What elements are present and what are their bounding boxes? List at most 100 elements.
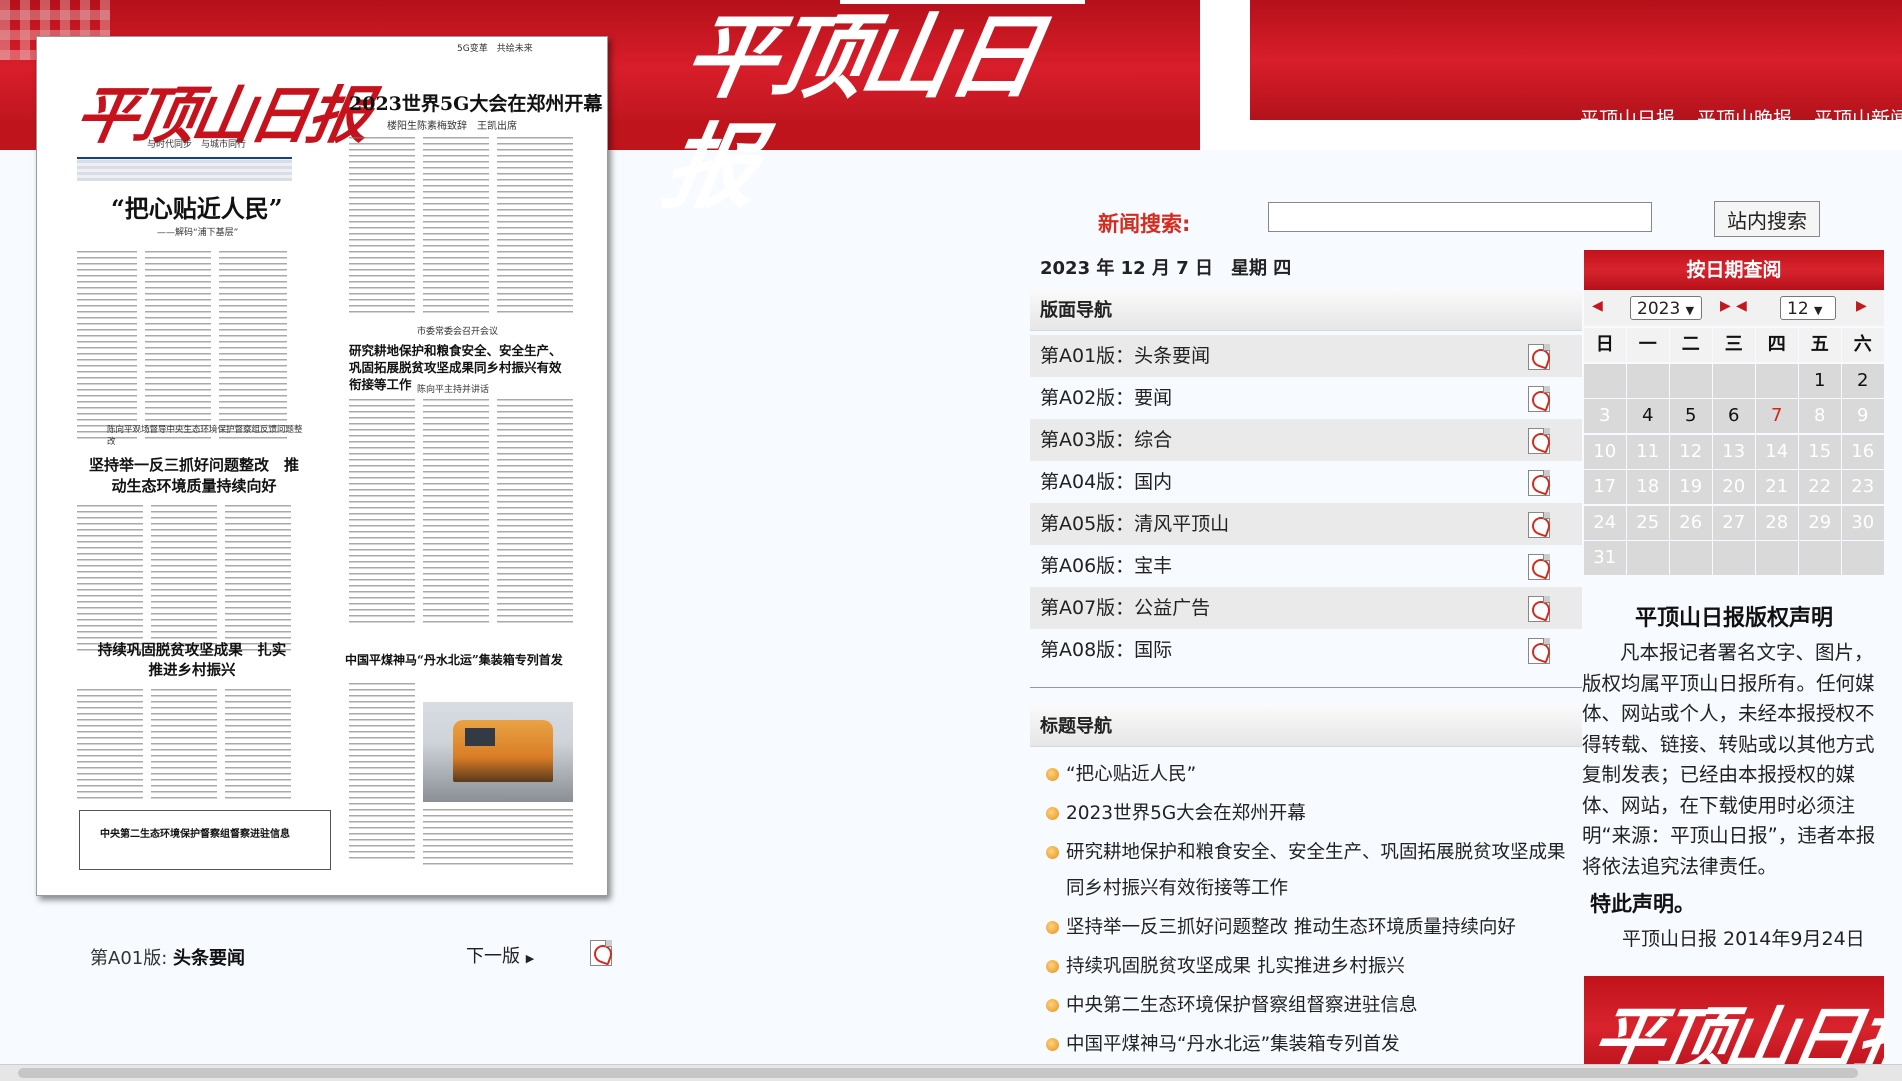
page-nav-item[interactable]: 第A07版：公益广告 — [1030, 587, 1582, 629]
page-nav-item[interactable]: 第A02版：要闻 — [1030, 377, 1582, 419]
pdf-icon[interactable] — [1528, 386, 1550, 412]
page-pdf-download[interactable] — [590, 940, 612, 970]
title-nav-item[interactable]: 2023世界5G大会在郑州开幕 — [1038, 796, 1582, 832]
title-nav-link[interactable]: “把心贴近人民” — [1066, 764, 1196, 785]
site-search-button[interactable]: 站内搜索 — [1714, 201, 1820, 237]
calendar-day[interactable]: 2 — [1842, 363, 1884, 398]
bullet-icon — [1046, 768, 1059, 781]
title-nav-item[interactable]: “把心贴近人民” — [1038, 757, 1582, 793]
title-nav-link[interactable]: 2023世界5G大会在郑州开幕 — [1066, 803, 1306, 824]
calendar-day: 24 — [1584, 505, 1626, 540]
page-nav-label[interactable]: 第A08版：国际 — [1040, 639, 1172, 661]
page-nav-label[interactable]: 第A05版：清风平顶山 — [1040, 513, 1229, 535]
page-nav-label[interactable]: 第A03版：综合 — [1040, 429, 1172, 451]
title-nav-item[interactable]: 中央第二生态环境保护督察组督察进驻信息 — [1038, 988, 1582, 1024]
next-month-icon[interactable]: ▶ — [1856, 298, 1867, 314]
next-page-link[interactable]: 下一版 ▶ — [466, 942, 534, 968]
page-nav-item[interactable]: 第A01版：头条要闻 — [1030, 335, 1582, 377]
calendar-weekday: 一 — [1627, 328, 1669, 362]
page-nav-item[interactable]: 第A08版：国际 — [1030, 629, 1582, 671]
headline-main[interactable]: 2023世界5G大会在郑州开幕 — [349, 89, 602, 116]
text-column — [145, 251, 211, 441]
title-nav-link[interactable]: 坚持举一反三抓好问题整改 推动生态环境质量持续向好 — [1066, 917, 1516, 938]
pdf-icon — [590, 940, 612, 966]
pdf-icon[interactable] — [1528, 638, 1550, 664]
title-nav: 标题导航 “把心贴近人民” 2023世界5G大会在郑州开幕 研究耕地保护和粮食安… — [1030, 706, 1582, 1066]
calendar-day-selected[interactable]: 7 — [1756, 399, 1798, 433]
title-nav-link[interactable]: 中央第二生态环境保护督察组督察进驻信息 — [1066, 995, 1418, 1016]
scrollbar-thumb[interactable] — [18, 1068, 1858, 1078]
title-nav-item[interactable]: 中国平煤神马“丹水北运”集装箱专列首发 — [1038, 1027, 1582, 1063]
headline-rural[interactable]: 持续巩固脱贫攻坚成果 扎实推进乡村振兴 — [97, 641, 287, 681]
page-nav-label[interactable]: 第A06版：宝丰 — [1040, 555, 1172, 577]
text-column — [497, 399, 573, 624]
year-select[interactable]: 2023 ▼ — [1630, 296, 1702, 320]
chevron-down-icon: ▼ — [1685, 304, 1695, 317]
calendar-day: 31 — [1584, 541, 1626, 575]
box-title[interactable]: 中央第二生态环境保护督察组督察进驻信息 — [100, 825, 290, 840]
prev-year-icon[interactable]: ◀ — [1592, 298, 1603, 314]
next-year-icon[interactable]: ▶ — [1720, 298, 1731, 314]
next-arrow-icon: ▶ — [525, 952, 535, 965]
calendar-day: 20 — [1713, 470, 1755, 504]
text-column — [423, 399, 489, 624]
calendar-day: 21 — [1756, 470, 1798, 504]
page-nav-list: 第A01版：头条要闻 第A02版：要闻 第A03版：综合 第A04版：国内 第A… — [1030, 331, 1582, 671]
headline-left[interactable]: “把心贴近人民” — [111, 189, 283, 224]
text-column — [151, 505, 217, 655]
text-column — [151, 689, 217, 799]
pdf-icon[interactable] — [1528, 596, 1550, 622]
calendar-day: 16 — [1842, 434, 1884, 469]
calendar-controls: ◀ 2023 ▼ ▶ ◀ 12 ▼ ▶ — [1584, 290, 1884, 326]
search-input[interactable] — [1268, 202, 1652, 232]
calendar-weekday: 四 — [1756, 328, 1798, 362]
next-page-label: 下一版 — [466, 946, 520, 967]
newspaper-page[interactable]: 平顶山日报 与时代同步 与城市同行 5G变革 共绘未来 2023世界5G大会在郑… — [36, 36, 608, 896]
pdf-icon[interactable] — [1528, 470, 1550, 496]
calendar-weekday: 六 — [1842, 328, 1884, 362]
title-nav-link[interactable]: 研究耕地保护和粮食安全、安全生产、巩固拓展脱贫攻坚成果同乡村振兴有效衔接等工作 — [1066, 842, 1566, 899]
text-column — [225, 505, 291, 655]
site-link-evening[interactable]: 平顶山晚报 — [1697, 104, 1792, 130]
calendar-day[interactable]: 5 — [1670, 399, 1712, 433]
title-nav-link[interactable]: 持续巩固脱贫攻坚成果 扎实推进乡村振兴 — [1066, 956, 1405, 977]
calendar-day[interactable]: 1 — [1799, 363, 1841, 398]
notice-box: 中央第二生态环境保护督察组督察进驻信息 — [79, 810, 331, 870]
horizontal-scrollbar[interactable] — [0, 1064, 1902, 1081]
calendar-empty-cell — [1627, 541, 1669, 575]
page-nav-label[interactable]: 第A01版：头条要闻 — [1040, 345, 1210, 367]
calendar-day[interactable]: 6 — [1713, 399, 1755, 433]
title-nav-link[interactable]: 中国平煤神马“丹水北运”集装箱专列首发 — [1066, 1034, 1400, 1055]
text-column — [219, 251, 287, 441]
calendar-grid: 日一二三四五六 1 2 3 4 5 6 7 8 9 10 11 12 13 14 15 16 17 18 19 20 21… — [1584, 328, 1884, 575]
headline-env[interactable]: 坚持举一反三抓好问题整改 推动生态环境质量持续向好 — [89, 455, 299, 497]
site-link-news[interactable]: 平顶山新闻网 — [1814, 104, 1902, 130]
month-select[interactable]: 12 ▼ — [1780, 296, 1836, 320]
pdf-icon[interactable] — [1528, 512, 1550, 538]
page-nav-item[interactable]: 第A03版：综合 — [1030, 419, 1582, 461]
title-nav-item[interactable]: 坚持举一反三抓好问题整改 推动生态环境质量持续向好 — [1038, 910, 1582, 946]
train-photo — [423, 702, 573, 802]
copyright-signature: 平顶山日报 2014年9月24日 — [1622, 928, 1865, 950]
title-nav-item[interactable]: 研究耕地保护和粮食安全、安全生产、巩固拓展脱贫攻坚成果同乡村振兴有效衔接等工作 — [1038, 835, 1582, 907]
prev-month-icon[interactable]: ◀ — [1736, 298, 1747, 314]
page-nav-item[interactable]: 第A06版：宝丰 — [1030, 545, 1582, 587]
page-nav-item[interactable]: 第A04版：国内 — [1030, 461, 1582, 503]
title-nav-item[interactable]: 持续巩固脱贫攻坚成果 扎实推进乡村振兴 — [1038, 949, 1582, 985]
bullet-icon — [1046, 921, 1059, 934]
headline-coal[interactable]: 中国平煤神马“丹水北运”集装箱专列首发 — [345, 651, 575, 668]
page-nav-label[interactable]: 第A02版：要闻 — [1040, 387, 1172, 409]
calendar-weekday: 三 — [1713, 328, 1755, 362]
pdf-icon[interactable] — [1528, 344, 1550, 370]
pdf-icon[interactable] — [1528, 428, 1550, 454]
site-link-daily[interactable]: 平顶山日报 — [1580, 104, 1675, 130]
calendar-day: 9 — [1842, 399, 1884, 433]
bullet-icon — [1046, 807, 1059, 820]
page-nav-item[interactable]: 第A05版：清风平顶山 — [1030, 503, 1582, 545]
pdf-icon[interactable] — [1528, 554, 1550, 580]
page-nav-label[interactable]: 第A07版：公益广告 — [1040, 597, 1210, 619]
calendar-day[interactable]: 4 — [1627, 399, 1669, 433]
calendar-day: 18 — [1627, 470, 1669, 504]
page-nav-label[interactable]: 第A04版：国内 — [1040, 471, 1172, 493]
bullet-icon — [1046, 846, 1059, 859]
